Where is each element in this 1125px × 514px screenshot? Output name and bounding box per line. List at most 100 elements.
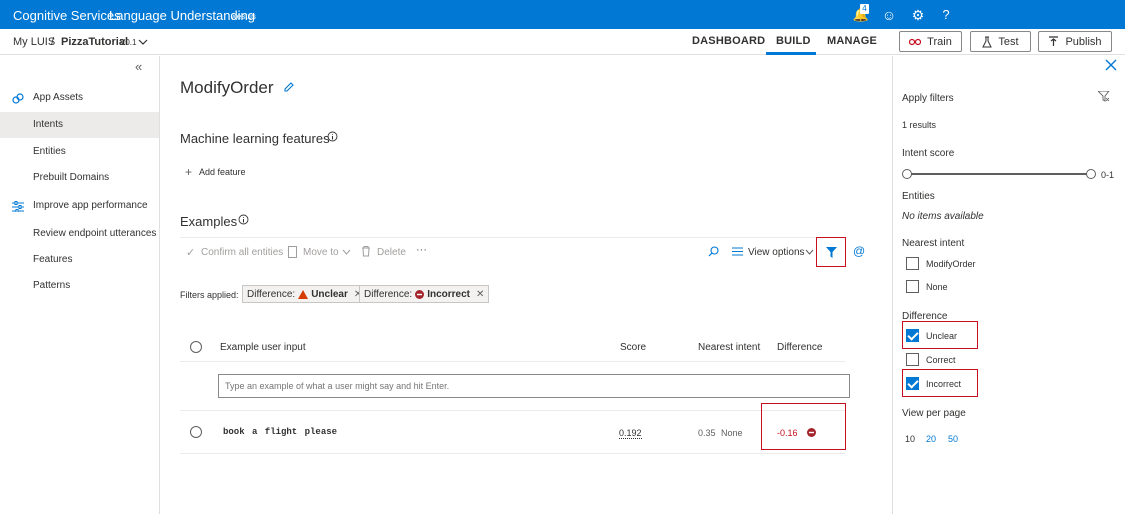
clear-filter-icon[interactable] [1098, 91, 1110, 102]
filter-chip-incorrect-prefix: Difference: [364, 288, 413, 300]
view-per-page-label: View per page [902, 408, 966, 419]
col-header-score[interactable]: Score [620, 342, 646, 353]
app-version-label: V0.1 [120, 38, 137, 47]
difference-correct-checkbox[interactable] [906, 353, 919, 366]
app-header-bar: My LUIS / PizzaTutorial V0.1 DASHBOARD B… [0, 29, 1125, 55]
row-divider [180, 453, 845, 454]
delete-button[interactable]: Delete [377, 247, 406, 258]
nav-intents[interactable]: Intents [0, 112, 159, 138]
difference-value: -0.16 [777, 428, 798, 438]
remove-filter-incorrect-icon[interactable]: ✕ [476, 289, 484, 300]
tab-build-underline [766, 52, 816, 55]
feedback-smiley-icon[interactable]: ☺ [880, 6, 898, 24]
intent-score-slider-min-thumb[interactable] [902, 169, 912, 179]
publish-icon [1049, 36, 1059, 46]
main-content: ModifyOrder Machine learning features + … [160, 56, 892, 514]
search-icon[interactable] [708, 246, 719, 257]
entity-mention-icon[interactable]: @ [853, 244, 865, 258]
region-label: westus [231, 12, 256, 21]
confirm-all-entities-button[interactable]: Confirm all entities [201, 247, 283, 258]
train-icon [909, 38, 922, 45]
nav-review-endpoint[interactable]: Review endpoint utterances [0, 221, 159, 247]
nav-improve-performance-label: Improve app performance [33, 200, 148, 211]
view-options-list-icon [732, 247, 743, 256]
view-options-chevron-icon [805, 249, 814, 255]
difference-unclear-checkbox[interactable] [906, 329, 919, 342]
page-size-10[interactable]: 10 [905, 434, 915, 444]
nav-app-assets-label: App Assets [33, 92, 84, 103]
intent-score-slider-max-thumb[interactable] [1086, 169, 1096, 179]
nav-features[interactable]: Features [0, 247, 159, 273]
move-to-icon [288, 246, 297, 258]
test-label: Test [998, 35, 1019, 48]
nav-patterns-label: Patterns [33, 280, 71, 291]
help-icon[interactable]: ? [937, 6, 955, 24]
examples-heading: Examples [180, 214, 238, 229]
nav-prebuilt-domains[interactable]: Prebuilt Domains [0, 165, 159, 191]
difference-correct-label: Correct [926, 355, 956, 365]
entities-label: Entities [902, 191, 935, 202]
page-size-50[interactable]: 50 [948, 434, 958, 444]
filter-button[interactable] [816, 237, 846, 267]
difference-incorrect-label: Incorrect [926, 379, 962, 389]
flask-icon [982, 36, 993, 47]
difference-highlight-box [761, 403, 846, 450]
edit-pencil-icon[interactable] [283, 81, 295, 93]
nav-improve-performance[interactable]: Improve app performance [0, 193, 159, 219]
top-bar: Cognitive Services Language Understandin… [0, 0, 1125, 29]
add-feature-plus-icon[interactable]: + [185, 165, 192, 179]
move-to-button[interactable]: Move to [303, 247, 339, 258]
tab-build[interactable]: BUILD [776, 35, 811, 47]
collapse-nav-icon[interactable]: « [135, 59, 142, 74]
add-feature-link[interactable]: Add feature [199, 167, 246, 177]
tab-manage[interactable]: MANAGE [827, 35, 877, 47]
examples-info-icon[interactable] [238, 214, 249, 225]
settings-gear-icon[interactable]: ⚙ [909, 6, 927, 24]
nav-patterns[interactable]: Patterns [0, 273, 159, 299]
row-select-radio[interactable] [190, 426, 202, 438]
brand-link[interactable]: Cognitive Services [13, 8, 121, 23]
close-panel-icon[interactable] [1105, 59, 1117, 71]
train-button[interactable]: Train [899, 31, 962, 52]
page-size-20[interactable]: 20 [926, 434, 936, 444]
col-header-example-input[interactable]: Example user input [220, 342, 306, 353]
utterance-text[interactable]: book a flight please [223, 427, 337, 437]
filter-panel: Apply filters 1 results Intent score 0-1… [892, 56, 1125, 514]
breadcrumb-app-name[interactable]: PizzaTutorial [61, 36, 128, 48]
toolbar-divider [180, 237, 845, 238]
filters-applied-label: Filters applied: [180, 290, 239, 300]
breadcrumb-separator: / [51, 36, 55, 48]
breadcrumb-my-luis[interactable]: My LUIS [13, 36, 55, 48]
more-actions-button[interactable]: ··· [416, 244, 427, 256]
select-all-radio[interactable] [190, 341, 202, 353]
apply-filters-heading: Apply filters [902, 93, 954, 104]
view-options-button[interactable]: View options [748, 247, 805, 258]
nearest-none-label: None [926, 282, 948, 292]
intent-score-range: 0-1 [1101, 170, 1115, 180]
nearest-none-checkbox[interactable] [906, 280, 919, 293]
difference-incorrect-checkbox[interactable] [906, 377, 919, 390]
intent-score-label: Intent score [902, 148, 955, 159]
score-value[interactable]: 0.192 [619, 428, 642, 439]
info-icon[interactable] [327, 131, 338, 142]
filter-chip-incorrect: Difference: Incorrect ✕ [359, 285, 490, 303]
notification-count-badge: 4 [860, 4, 869, 14]
test-button[interactable]: Test [970, 31, 1031, 52]
tab-dashboard[interactable]: DASHBOARD [692, 35, 765, 47]
nav-entities[interactable]: Entities [0, 139, 159, 165]
col-header-difference[interactable]: Difference [777, 342, 822, 353]
header-divider [180, 361, 845, 362]
nearest-intent-score: 0.35 [698, 428, 716, 438]
nearest-intent-label: Nearest intent [902, 238, 965, 249]
difference-unclear-label: Unclear [926, 331, 958, 341]
nearest-modifyorder-checkbox[interactable] [906, 257, 919, 270]
version-chevron-down-icon[interactable] [138, 38, 148, 46]
filter-chip-incorrect-value: Incorrect [427, 288, 470, 300]
col-header-nearest-intent[interactable]: Nearest intent [698, 342, 760, 353]
new-utterance-input[interactable] [218, 374, 850, 398]
nav-features-label: Features [33, 254, 73, 265]
publish-button[interactable]: Publish [1038, 31, 1112, 52]
check-icon: ✓ [186, 247, 196, 259]
input-row-divider [180, 410, 845, 411]
nav-app-assets[interactable]: App Assets [0, 85, 159, 111]
